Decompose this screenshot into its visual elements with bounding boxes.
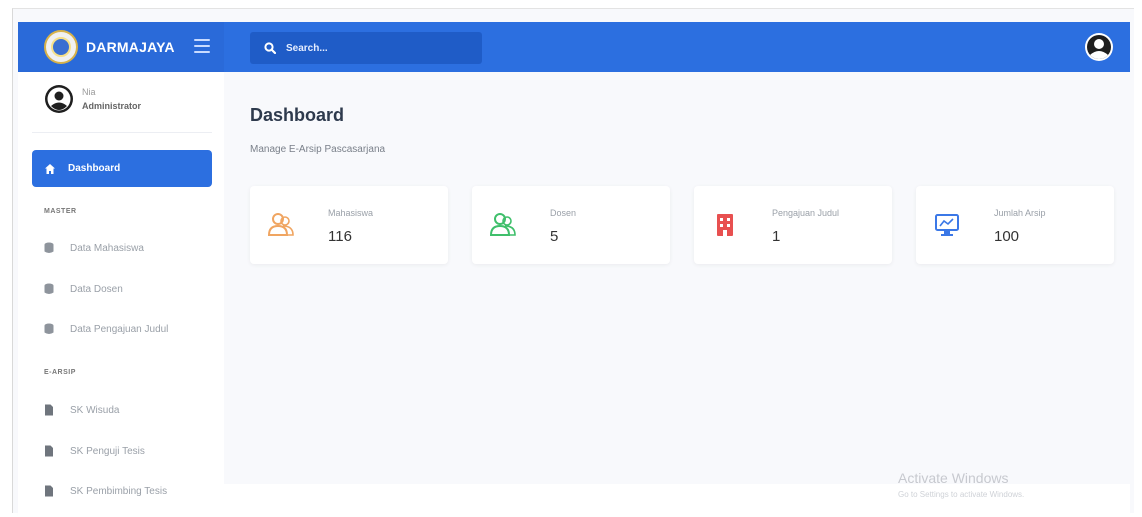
sidebar-item-label: Data Pengajuan Judul xyxy=(70,323,169,335)
users-icon xyxy=(489,213,516,236)
stat-card-value: 1 xyxy=(772,228,781,245)
database-icon xyxy=(44,242,54,253)
sidebar-item-label: Data Mahasiswa xyxy=(70,242,144,254)
sidebar-item-sk-penguji-tesis[interactable]: SK Penguji Tesis xyxy=(44,443,145,459)
sidebar-item-dashboard[interactable]: Dashboard xyxy=(32,150,212,187)
top-navbar: DARMAJAYA Search... xyxy=(18,22,1130,72)
search-icon xyxy=(264,42,276,54)
search-placeholder: Search... xyxy=(286,42,328,54)
file-icon xyxy=(45,445,53,457)
users-icon xyxy=(267,213,294,236)
sidebar-divider xyxy=(32,132,212,133)
sidebar-item-sk-pembimbing-tesis[interactable]: SK Pembimbing Tesis xyxy=(44,483,167,499)
sidebar: Nia Administrator Dashboard MASTER Data … xyxy=(18,72,224,517)
monitor-icon xyxy=(935,214,959,236)
sidebar-item-data-mahasiswa[interactable]: Data Mahasiswa xyxy=(44,240,144,256)
search-input[interactable]: Search... xyxy=(250,32,482,64)
stat-card-value: 100 xyxy=(994,228,1020,245)
university-logo-icon xyxy=(44,30,78,64)
stat-card-label: Mahasiswa xyxy=(328,208,374,218)
stat-card-pengajuan-judul[interactable]: Pengajuan Judul 1 xyxy=(694,186,892,264)
stat-card-value: 116 xyxy=(328,228,352,245)
profile-avatar-icon xyxy=(45,85,73,113)
profile-role: Administrator xyxy=(82,101,142,111)
sidebar-section-e-arsip: E-ARSIP xyxy=(44,369,76,376)
database-icon xyxy=(44,283,54,294)
page-subtitle: Manage E-Arsip Pascasarjana xyxy=(250,144,386,155)
sidebar-profile[interactable]: Nia Administrator xyxy=(44,84,141,114)
file-icon xyxy=(45,404,53,416)
sidebar-item-data-pengajuan-judul[interactable]: Data Pengajuan Judul xyxy=(44,321,168,337)
stat-card-label: Dosen xyxy=(550,208,577,218)
sidebar-item-label: Data Dosen xyxy=(70,283,123,295)
sidebar-item-label: SK Penguji Tesis xyxy=(70,445,145,457)
home-icon xyxy=(45,163,55,174)
sidebar-item-label: SK Wisuda xyxy=(70,404,120,416)
user-avatar-icon[interactable] xyxy=(1084,32,1114,62)
stat-card-jumlah-arsip[interactable]: Jumlah Arsip 100 xyxy=(916,186,1114,264)
sidebar-item-label: Dashboard xyxy=(68,163,121,174)
footer xyxy=(224,484,1130,517)
database-icon xyxy=(44,323,54,334)
page-title: Dashboard xyxy=(250,105,345,125)
building-icon xyxy=(717,214,733,236)
sidebar-item-label: SK Pembimbing Tesis xyxy=(70,485,168,497)
hamburger-menu-icon[interactable] xyxy=(194,39,210,53)
sidebar-item-sk-wisuda[interactable]: SK Wisuda xyxy=(44,402,119,418)
activate-windows-title: Activate Windows xyxy=(898,470,1009,486)
main-content: Dashboard Manage E-Arsip Pascasarjana Ma… xyxy=(224,72,1130,484)
stat-card-mahasiswa[interactable]: Mahasiswa 116 xyxy=(250,186,448,264)
activate-windows-subtitle: Go to Settings to activate Windows. xyxy=(898,490,1025,499)
profile-name: Nia xyxy=(82,87,96,97)
stat-card-label: Jumlah Arsip xyxy=(994,208,1046,218)
stat-card-dosen[interactable]: Dosen 5 xyxy=(472,186,670,264)
stat-card-label: Pengajuan Judul xyxy=(772,208,840,218)
file-icon xyxy=(45,485,53,497)
stat-card-value: 5 xyxy=(550,228,559,245)
brand[interactable]: DARMAJAYA xyxy=(18,22,224,72)
sidebar-item-data-dosen[interactable]: Data Dosen xyxy=(44,281,123,297)
brand-name: DARMAJAYA xyxy=(86,39,175,55)
sidebar-section-master: MASTER xyxy=(44,208,77,215)
